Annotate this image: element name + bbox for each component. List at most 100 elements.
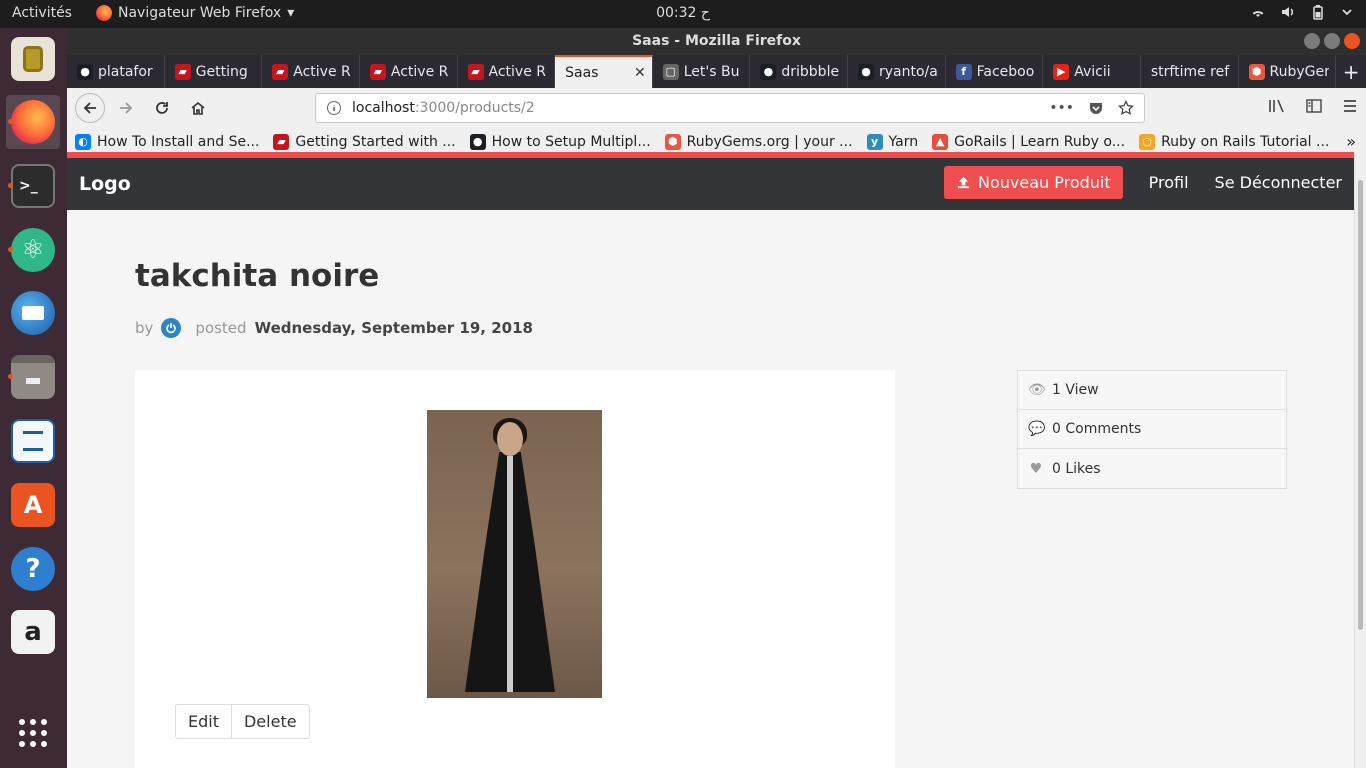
dock-thunderbird[interactable] [6,286,60,340]
dock-terminal[interactable]: >_ [6,159,60,213]
firefox-icon [96,5,112,21]
close-tab-icon[interactable]: ✕ [634,65,646,81]
product-card: Edit Delete [135,370,895,768]
maximize-button[interactable] [1324,33,1340,49]
hamburger-menu-icon[interactable] [1342,98,1358,114]
page-scrollbar[interactable] [1354,152,1366,768]
reload-button[interactable] [147,93,177,123]
app-navbar: Logo Nouveau Produit Profil Se Déconnect… [67,158,1354,210]
minimize-button[interactable] [1304,33,1320,49]
tab-12[interactable]: ⬢ RubyGer [1239,55,1337,88]
rails-icon: ▰ [467,63,484,80]
logout-link[interactable]: Se Déconnecter [1215,173,1342,192]
tab-label: dribbble [781,63,840,80]
amazon-icon: a [11,610,55,654]
dock-amazon[interactable]: a [6,605,60,659]
url-bar[interactable]: localhost:3000/products/2 ••• [315,93,1145,123]
tab-label: platafor [98,63,153,80]
show-applications-button[interactable] [6,706,60,760]
tab-3[interactable]: ▰ Active R [360,55,458,88]
stat-label: 1 View [1052,382,1099,398]
new-product-button[interactable]: Nouveau Produit [944,166,1123,199]
github-icon: ● [858,63,874,80]
tab-label: Active R [293,63,351,80]
tab-7[interactable]: ● dribbble [750,55,848,88]
bookmark-label: RubyGems.org | your ... [686,133,853,150]
bookmark-item[interactable]: ⬢ RubyGems.org | your ... [664,133,853,150]
rails-icon: ▰ [272,63,289,80]
by-label: by [135,319,154,337]
running-indicator [8,247,13,252]
dock-firefox[interactable] [6,95,60,149]
tab-9[interactable]: f Faceboo [946,55,1044,88]
window-title: Saas - Mozilla Firefox [632,33,801,49]
web-page: Logo Nouveau Produit Profil Se Déconnect… [67,152,1354,768]
bookmark-item[interactable]: y Yarn [866,133,919,150]
reload-icon [156,102,168,114]
dock-software[interactable]: A [6,478,60,532]
tab-11[interactable]: strftime ref [1141,55,1239,88]
pocket-icon[interactable] [1088,100,1104,116]
close-window-button[interactable] [1344,33,1360,49]
info-icon[interactable] [326,100,342,116]
brand-logo[interactable]: Logo [79,173,131,195]
battery-icon [1313,5,1323,20]
dress-trim [507,456,513,692]
tab-10[interactable]: ▶ Avicii [1043,55,1141,88]
tab-5[interactable]: Saas ✕ [555,55,653,88]
bookmark-label: Yarn [888,133,919,150]
comment-icon: 💬 [1028,421,1046,437]
bookmark-star-icon[interactable] [1118,100,1134,116]
profile-link[interactable]: Profil [1149,173,1189,192]
tab-0[interactable]: ● platafor [67,55,165,88]
author-avatar[interactable] [161,318,182,338]
wifi-icon [1252,11,1264,17]
tab-8[interactable]: ● ryanto/a [848,55,946,88]
back-button[interactable] [75,93,105,123]
dock-writer[interactable] [6,414,60,468]
bookmark-label: Getting Started with ... [295,133,456,150]
system-top-bar: Activités Navigateur Web Firefox ▾ ح 00:… [0,0,1366,28]
tab-4[interactable]: ▰ Active R [458,55,556,88]
bookmark-item[interactable]: ◐ How To Install and Se... [75,133,259,150]
dock-files[interactable] [6,350,60,404]
product-image[interactable] [427,410,602,698]
volume-icon [1282,7,1294,17]
bookmark-label: Ruby on Rails Tutorial ... [1161,133,1330,150]
speaker-icon [11,37,55,81]
page-actions-button[interactable]: ••• [1049,100,1074,116]
launcher-dock: >_ ⚛ A ? a [0,28,67,768]
home-button[interactable] [183,93,213,123]
delete-button[interactable]: Delete [230,705,309,738]
tab-label: Let's Bu [683,63,740,80]
tab-2[interactable]: ▰ Active R [262,55,360,88]
window-titlebar[interactable]: Saas - Mozilla Firefox [67,28,1366,55]
forward-button[interactable] [111,93,141,123]
sidebar-icon[interactable] [1306,98,1322,114]
dock-help[interactable]: ? [6,542,60,596]
tab-label: Saas [565,64,599,81]
bookmarks-overflow-button[interactable]: » [1346,132,1356,151]
bookmark-item[interactable]: ○ Ruby on Rails Tutorial ... [1139,133,1330,150]
new-tab-button[interactable]: + [1336,55,1366,88]
tab-label: ryanto/a [879,63,938,80]
bookmark-item[interactable]: ▲ GoRails | Learn Ruby o... [932,133,1125,150]
bookmark-item[interactable]: ● How to Setup Multipl... [469,133,651,150]
rails-icon: ▰ [174,63,191,80]
library-icon[interactable] [1268,98,1286,114]
dock-rhythmbox[interactable] [6,32,60,86]
github-icon: ● [77,63,93,80]
tab-1[interactable]: ▰ Getting [165,55,263,88]
gorails-icon: ▲ [932,133,949,150]
github-icon: ● [469,133,486,150]
dock-atom[interactable]: ⚛ [6,223,60,277]
tab-6[interactable]: ▢ Let's Bu [653,55,751,88]
app-menu[interactable]: Navigateur Web Firefox ▾ [96,5,294,21]
system-tray[interactable] [1250,4,1354,20]
app-menu-label: Navigateur Web Firefox [118,5,282,21]
tab-label: Active R [390,63,449,80]
edit-button[interactable]: Edit [176,705,231,738]
scrollbar-thumb[interactable] [1358,180,1363,630]
activities-button[interactable]: Activités [12,5,72,21]
bookmark-item[interactable]: ▰ Getting Started with ... [273,133,456,150]
